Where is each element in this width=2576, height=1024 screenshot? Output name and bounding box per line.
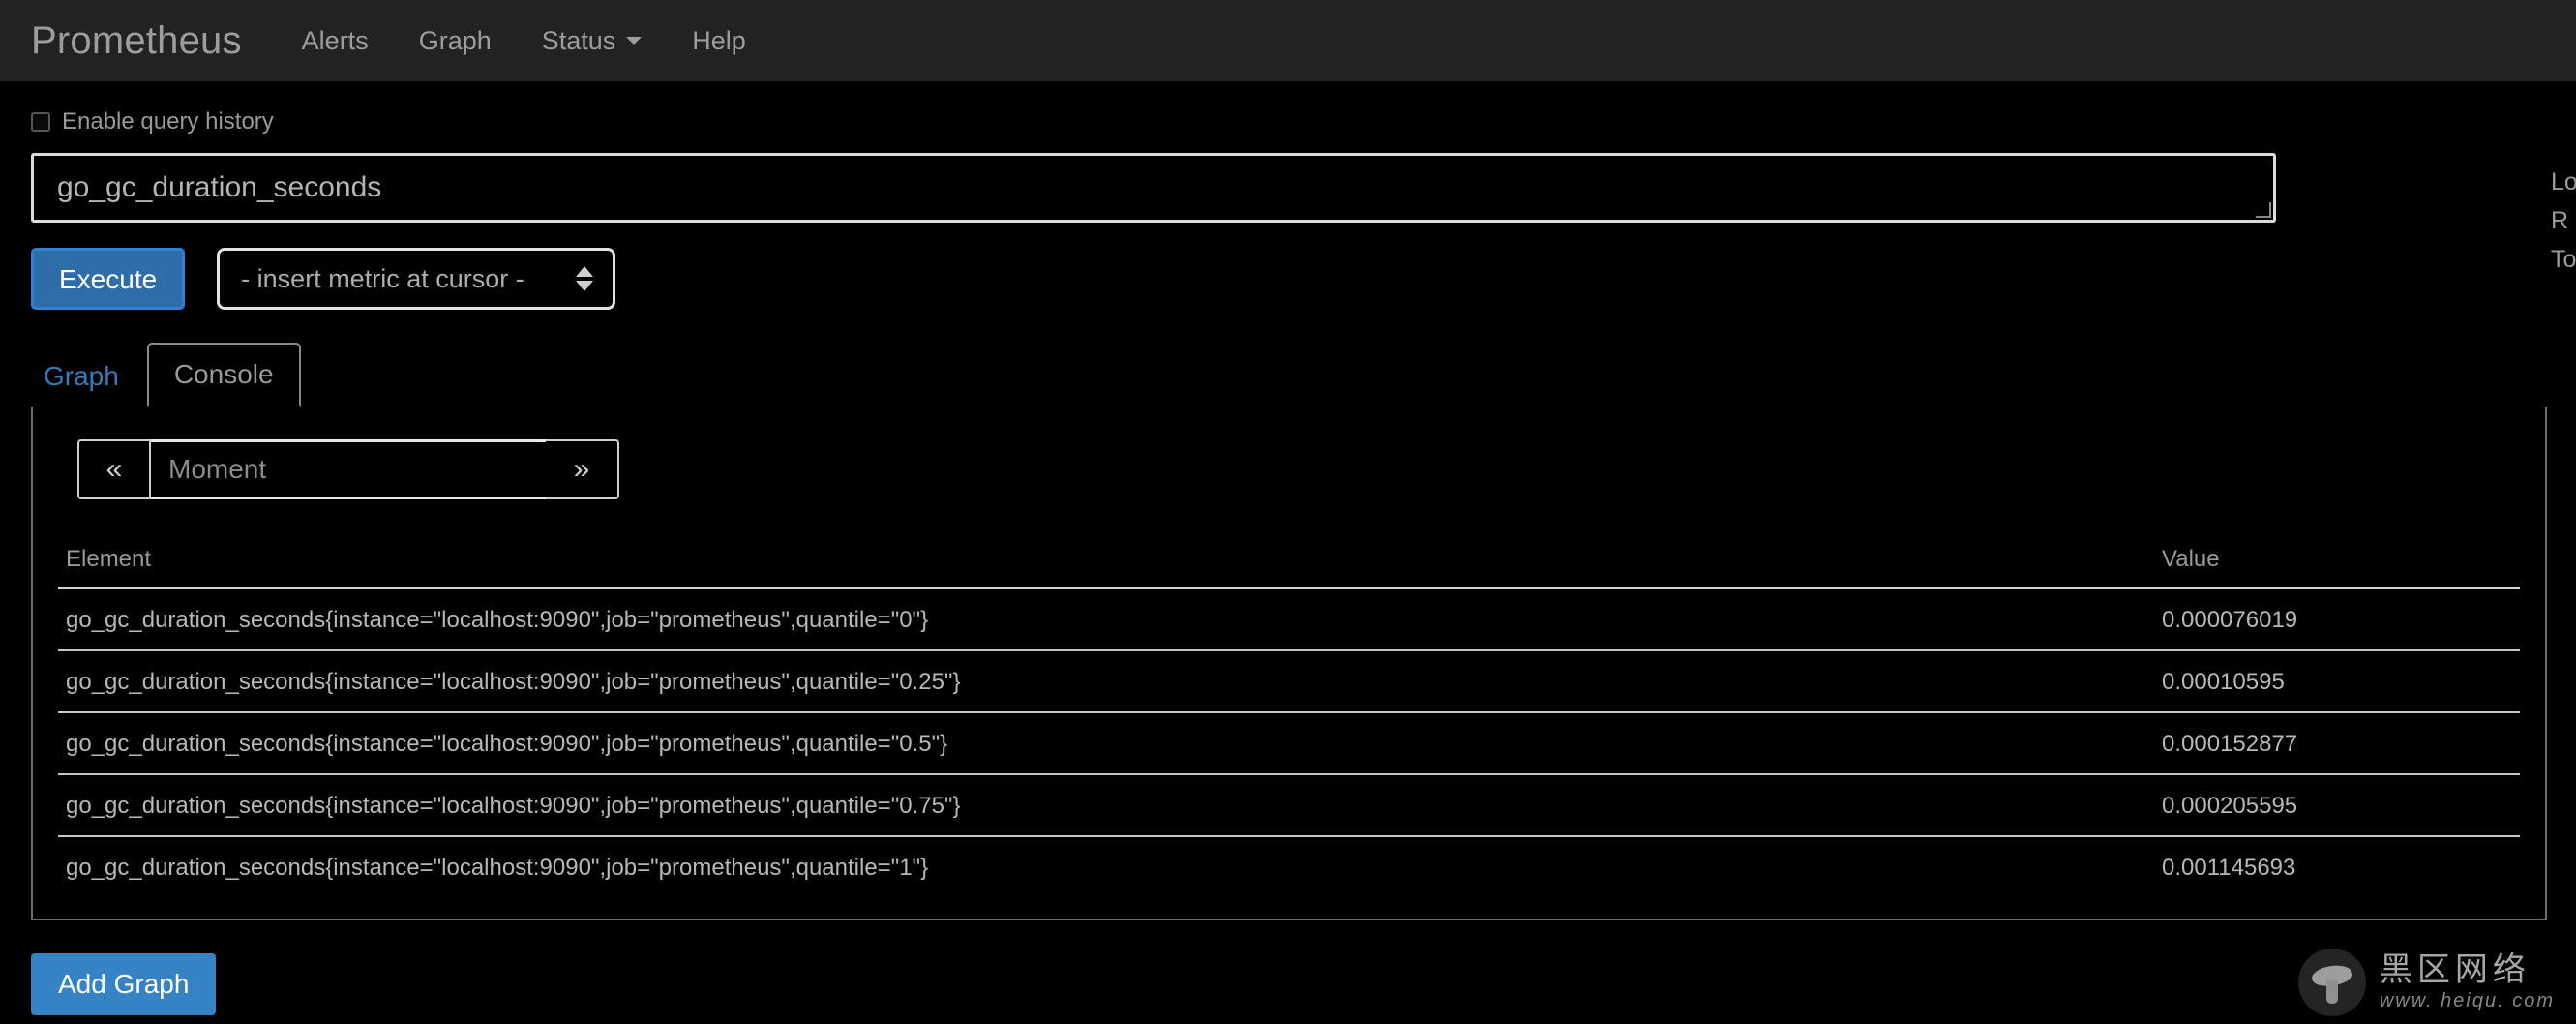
table-cell-value: 0.001145693 [2162, 855, 2296, 881]
view-tabs: Graph Console [31, 343, 2545, 407]
table-row[interactable]: go_gc_duration_seconds{instance="localho… [58, 774, 2520, 837]
watermark-name: 黑区网络 [2379, 951, 2531, 988]
side-label-load-time: Lo [2551, 168, 2576, 196]
console-panel: « Moment » Element Value go_gc_duration_… [31, 407, 2547, 920]
nav-link-status[interactable]: Status [542, 26, 643, 56]
results-table: Element Value go_gc_duration_seconds{ins… [58, 540, 2520, 897]
table-cell-value: 0.00010595 [2133, 650, 2520, 713]
side-label-total-time: To [2551, 246, 2576, 273]
enable-query-history-checkbox[interactable] [31, 112, 50, 132]
nav-link-alerts-label: Alerts [301, 25, 369, 55]
table-cell-value: 0.000076019 [2133, 587, 2520, 651]
table-header-row: Element Value [58, 540, 2520, 589]
table-cell-value: 0.000152877 [2133, 712, 2520, 775]
table-cell-element: go_gc_duration_seconds{instance="localho… [58, 650, 2133, 713]
moment-input-placeholder: Moment [168, 454, 267, 484]
insert-metric-select[interactable]: - insert metric at cursor - [217, 248, 616, 310]
table-cell-element: go_gc_duration_seconds{instance="localho… [58, 774, 2133, 837]
chevron-down-icon [626, 37, 643, 45]
nav-link-status-label: Status [541, 25, 616, 55]
side-labels-column: Lo R To [2551, 163, 2576, 279]
resize-handle[interactable] [2256, 202, 2271, 218]
nav-link-help[interactable]: Help [692, 26, 746, 56]
tab-console[interactable]: Console [146, 343, 301, 407]
query-expression-value: go_gc_duration_seconds [57, 171, 382, 203]
table-header-element: Element [58, 540, 2133, 589]
query-expression-input[interactable]: go_gc_duration_seconds [31, 153, 2276, 223]
mushroom-logo-icon [2297, 949, 2366, 1016]
query-controls: Execute - insert metric at cursor - [31, 248, 2545, 310]
table-cell-value: 0.000205595 [2133, 774, 2520, 837]
enable-query-history-label: Enable query history [62, 108, 274, 135]
moment-step-back-button[interactable]: « [77, 439, 151, 499]
execute-button[interactable]: Execute [31, 248, 186, 310]
nav-link-help-label: Help [692, 25, 746, 55]
add-graph-button[interactable]: Add Graph [31, 953, 217, 1015]
table-header-value: Value [2133, 540, 2520, 589]
brand-prometheus[interactable]: Prometheus [31, 19, 242, 63]
nav-link-alerts[interactable]: Alerts [302, 26, 369, 56]
table-row[interactable]: go_gc_duration_seconds{instance="localho… [58, 712, 2520, 775]
moment-input[interactable]: Moment [151, 439, 546, 499]
moment-control-group: « Moment » [77, 439, 619, 499]
table-row[interactable]: go_gc_duration_seconds{instance="localho… [58, 587, 2520, 651]
navbar: Prometheus Alerts Graph Status Help [0, 0, 2576, 81]
nav-link-graph-label: Graph [418, 25, 492, 55]
watermark: 黑区网络 www. heiqu. com [2297, 949, 2555, 1016]
main-content: Enable query history go_gc_duration_seco… [0, 81, 2576, 1015]
table-row[interactable]: go_gc_duration_seconds{instance="localho… [58, 650, 2520, 713]
moment-step-forward-button[interactable]: » [546, 439, 619, 499]
insert-metric-select-value: - insert metric at cursor - [241, 263, 524, 293]
table-cell-element: go_gc_duration_seconds{instance="localho… [58, 712, 2133, 775]
watermark-url: www. heiqu. com [2379, 990, 2555, 1011]
spinner-arrows-icon [576, 266, 594, 291]
table-cell-element: go_gc_duration_seconds{instance="localho… [58, 587, 2133, 651]
table-row[interactable]: go_gc_duration_seconds{instance="localho… [58, 836, 2520, 897]
side-label-resolution: R [2551, 207, 2569, 234]
table-cell-element: go_gc_duration_seconds{instance="localho… [66, 855, 929, 881]
tab-graph[interactable]: Graph [31, 344, 147, 407]
query-history-row: Enable query history [31, 81, 2545, 147]
nav-link-graph[interactable]: Graph [419, 26, 492, 56]
